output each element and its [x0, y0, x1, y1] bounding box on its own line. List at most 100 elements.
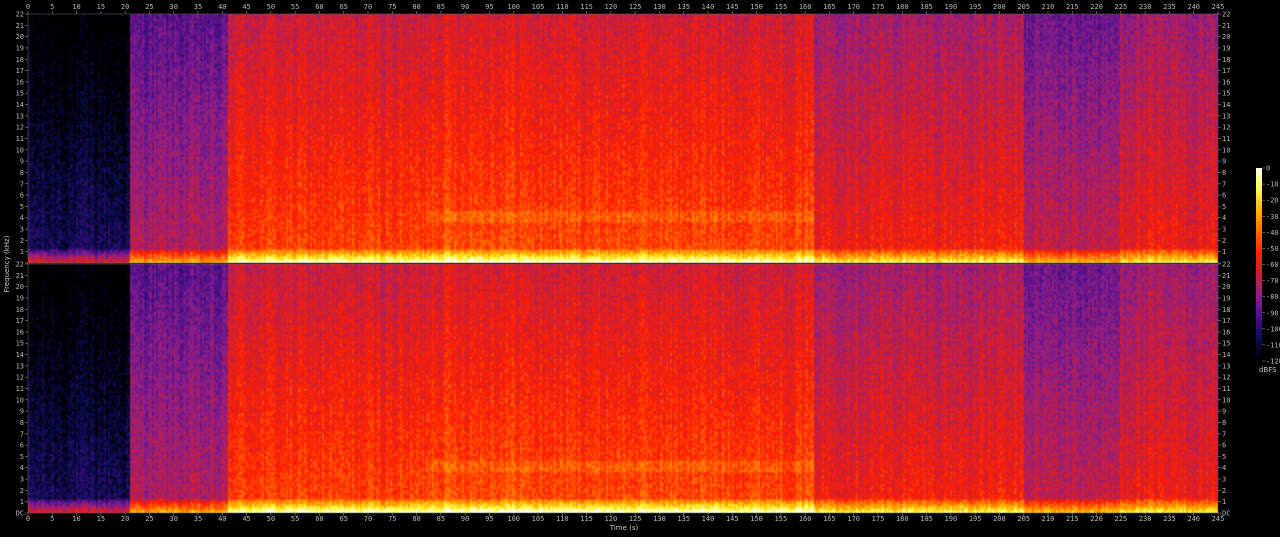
x-tick-label-top: 200 — [993, 3, 1006, 11]
y-tick-label-right: 19 — [1222, 294, 1230, 302]
x-tick-label-bottom: 95 — [485, 515, 493, 523]
y-tick-label-left: 10 — [16, 146, 24, 154]
colorbar-tick-label: -10 — [1266, 181, 1279, 189]
colorbar-tick-label: -50 — [1266, 245, 1279, 253]
y-tick-label-left: 2 — [20, 487, 24, 495]
x-tick-label-top: 70 — [364, 3, 372, 11]
y-tick-label-left: 12 — [16, 374, 24, 382]
x-tick-label-top: 115 — [580, 3, 593, 11]
x-tick-label-bottom: 230 — [1139, 515, 1152, 523]
x-tick-label-top: 40 — [218, 3, 226, 11]
y-tick-label-right: 7 — [1222, 180, 1226, 188]
y-tick-label-left: 8 — [20, 419, 24, 427]
y-tick-label-right: 12 — [1222, 374, 1230, 382]
y-tick-label-right: 18 — [1222, 56, 1230, 64]
y-tick-label-left: 6 — [20, 442, 24, 450]
y-tick-label-right: 18 — [1222, 306, 1230, 314]
y-tick-label-right: 6 — [1222, 442, 1226, 450]
y-tick-label-right: 11 — [1222, 385, 1230, 393]
x-tick-label-top: 135 — [677, 3, 690, 11]
y-tick-label-left: 3 — [20, 476, 24, 484]
y-tick-label-right: 12 — [1222, 124, 1230, 132]
y-tick-label-left: 15 — [16, 340, 24, 348]
x-tick-label-top: 65 — [339, 3, 347, 11]
x-tick-label-top: 5 — [50, 3, 54, 11]
x-tick-label-bottom: 180 — [896, 515, 909, 523]
x-tick-label-bottom: 50 — [267, 515, 275, 523]
y-tick-label-left: 15 — [16, 90, 24, 98]
y-tick-label-left: 17 — [16, 317, 24, 325]
y-tick-label-right: 1 — [1222, 498, 1226, 506]
y-tick-label-right: 15 — [1222, 90, 1230, 98]
x-tick-label-bottom: 115 — [580, 515, 593, 523]
x-tick-label-top: 190 — [945, 3, 958, 11]
x-tick-label-bottom: 150 — [750, 515, 763, 523]
colorbar: 0 -10 -20 -30 -40 -50 -60 -70 -80 -90 -100 -110 -120… — [1256, 165, 1280, 374]
x-tick-label-top: 55 — [291, 3, 299, 11]
x-tick-label-top: 210 — [1042, 3, 1055, 11]
y-tick-label-right: 3 — [1222, 226, 1226, 234]
x-tick-label-top: 20 — [121, 3, 129, 11]
y-tick-label-left: DC — [16, 510, 24, 518]
x-tick-label-bottom: 25 — [145, 515, 153, 523]
x-tick-label-bottom: 195 — [969, 515, 982, 523]
colorbar-tick-label: -80 — [1266, 293, 1279, 301]
x-tick-label-top: 35 — [194, 3, 202, 11]
x-tick-label-bottom: 80 — [412, 515, 420, 523]
x-tick-label-top: 45 — [242, 3, 250, 11]
x-tick-label-bottom: 190 — [945, 515, 958, 523]
colorbar-tick-label: -20 — [1266, 197, 1279, 205]
x-tick-label-top: 50 — [267, 3, 275, 11]
x-tick-label-bottom: 60 — [315, 515, 323, 523]
x-tick-label-top: 185 — [920, 3, 933, 11]
x-tick-label-bottom: 125 — [629, 515, 642, 523]
colorbar-tick-label: -40 — [1266, 229, 1279, 237]
x-tick-label-bottom: 140 — [702, 515, 715, 523]
y-tick-label-right: 8 — [1222, 419, 1226, 427]
x-tick-label-top: 215 — [1066, 3, 1079, 11]
colorbar-tick-label: -110 — [1266, 341, 1280, 349]
x-tick-label-top: 155 — [775, 3, 788, 11]
y-tick-label-right: 8 — [1222, 169, 1226, 177]
x-tick-label-bottom: 175 — [872, 515, 885, 523]
y-tick-label-right: 20 — [1222, 33, 1230, 41]
x-tick-label-bottom: 20 — [121, 515, 129, 523]
x-tick-label-top: 95 — [485, 3, 493, 11]
colorbar-tick-label: 0 — [1266, 165, 1270, 173]
y-tick-label-left: 5 — [20, 453, 24, 461]
colorbar-tick-label: -70 — [1266, 277, 1279, 285]
x-tick-label-bottom: 170 — [847, 515, 860, 523]
x-tick-label-top: 160 — [799, 3, 812, 11]
colorbar-tick-label: -120 — [1266, 358, 1280, 366]
x-tick-label-bottom: 130 — [653, 515, 666, 523]
y-tick-label-left: 14 — [16, 101, 24, 109]
x-tick-label-bottom: 35 — [194, 515, 202, 523]
y-tick-label-right: 9 — [1222, 408, 1226, 416]
x-tick-label-top: 105 — [532, 3, 545, 11]
x-tick-label-bottom: 120 — [605, 515, 618, 523]
x-tick-label-bottom: 220 — [1090, 515, 1103, 523]
x-axis-label: Time (s) — [609, 524, 639, 532]
x-tick-label-top: 195 — [969, 3, 982, 11]
x-tick-label-bottom: 205 — [1017, 515, 1030, 523]
y-tick-label-left: 1 — [20, 248, 24, 256]
y-tick-label-right: 11 — [1222, 135, 1230, 143]
y-tick-label-left: 9 — [20, 158, 24, 166]
y-tick-label-right: 6 — [1222, 192, 1226, 200]
y-tick-label-right: 7 — [1222, 430, 1226, 438]
y-tick-label-right: 13 — [1222, 362, 1230, 370]
y-tick-label-right: 22 — [1222, 261, 1230, 269]
x-tick-label-top: 150 — [750, 3, 763, 11]
x-tick-label-bottom: 75 — [388, 515, 396, 523]
x-tick-label-top: 120 — [605, 3, 618, 11]
x-tick-label-top: 240 — [1187, 3, 1200, 11]
y-tick-label-right: 20 — [1222, 283, 1230, 291]
x-tick-label-bottom: 40 — [218, 515, 226, 523]
y-tick-label-left: 10 — [16, 396, 24, 404]
y-tick-label-right: 19 — [1222, 44, 1230, 52]
y-tick-label-right: 17 — [1222, 317, 1230, 325]
x-tick-label-bottom: 145 — [726, 515, 739, 523]
y-tick-label-left: 4 — [20, 464, 24, 472]
y-tick-label-left: 16 — [16, 78, 24, 86]
y-tick-label-left: 13 — [16, 112, 24, 120]
